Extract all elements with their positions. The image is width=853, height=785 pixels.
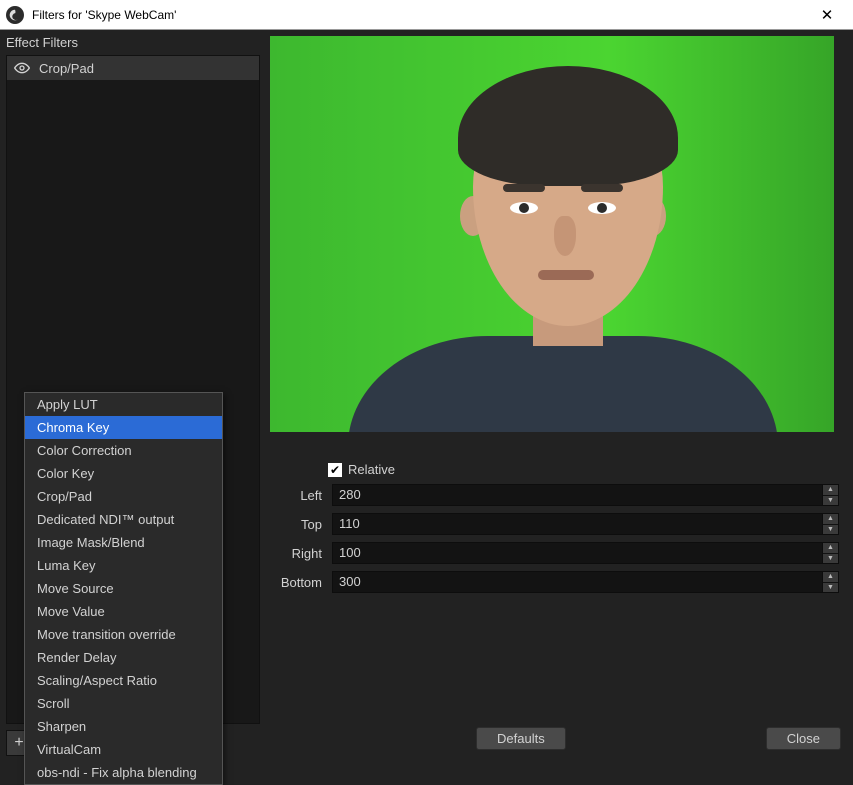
- menu-image-mask-blend[interactable]: Image Mask/Blend: [25, 531, 222, 554]
- obs-icon: [6, 6, 24, 24]
- menu-move-transition-override[interactable]: Move transition override: [25, 623, 222, 646]
- filter-item-label: Crop/Pad: [39, 61, 94, 76]
- right-input[interactable]: 100: [332, 542, 823, 564]
- menu-obs-ndi-fix-alpha[interactable]: obs-ndi - Fix alpha blending: [25, 761, 222, 784]
- visibility-eye-icon[interactable]: [13, 60, 31, 76]
- menu-move-source[interactable]: Move Source: [25, 577, 222, 600]
- effect-filters-label: Effect Filters: [0, 30, 266, 55]
- menu-scroll[interactable]: Scroll: [25, 692, 222, 715]
- preview-area: [270, 36, 834, 432]
- menu-dedicated-ndi-output[interactable]: Dedicated NDI™ output: [25, 508, 222, 531]
- titlebar: Filters for 'Skype WebCam' ✕: [0, 0, 853, 30]
- menu-crop-pad[interactable]: Crop/Pad: [25, 485, 222, 508]
- menu-apply-lut[interactable]: Apply LUT: [25, 393, 222, 416]
- relative-checkbox[interactable]: ✔: [328, 463, 342, 477]
- left-spinner[interactable]: ▲▼: [823, 484, 839, 506]
- add-filter-context-menu: Apply LUT Chroma Key Color Correction Co…: [24, 392, 223, 785]
- left-label: Left: [270, 488, 322, 503]
- close-button[interactable]: Close: [766, 727, 841, 750]
- top-input[interactable]: 110: [332, 513, 823, 535]
- right-spinner[interactable]: ▲▼: [823, 542, 839, 564]
- menu-color-correction[interactable]: Color Correction: [25, 439, 222, 462]
- relative-label: Relative: [348, 462, 395, 477]
- menu-color-key[interactable]: Color Key: [25, 462, 222, 485]
- window-close-button[interactable]: ✕: [805, 0, 849, 30]
- window-title: Filters for 'Skype WebCam': [32, 8, 805, 22]
- dialog-buttons: Defaults Close: [276, 727, 841, 750]
- bottom-input[interactable]: 300: [332, 571, 823, 593]
- defaults-button[interactable]: Defaults: [476, 727, 566, 750]
- crop-pad-properties: ✔ Relative Left 280 ▲▼ Top 110 ▲▼ Right: [270, 462, 843, 593]
- top-label: Top: [270, 517, 322, 532]
- top-spinner[interactable]: ▲▼: [823, 513, 839, 535]
- menu-sharpen[interactable]: Sharpen: [25, 715, 222, 738]
- menu-luma-key[interactable]: Luma Key: [25, 554, 222, 577]
- right-label: Right: [270, 546, 322, 561]
- filter-item-croppad[interactable]: Crop/Pad: [7, 56, 259, 81]
- menu-chroma-key[interactable]: Chroma Key: [25, 416, 222, 439]
- menu-move-value[interactable]: Move Value: [25, 600, 222, 623]
- bottom-label: Bottom: [270, 575, 322, 590]
- menu-render-delay[interactable]: Render Delay: [25, 646, 222, 669]
- bottom-spinner[interactable]: ▲▼: [823, 571, 839, 593]
- menu-scaling-aspect-ratio[interactable]: Scaling/Aspect Ratio: [25, 669, 222, 692]
- left-input[interactable]: 280: [332, 484, 823, 506]
- filter-settings-panel: ✔ Relative Left 280 ▲▼ Top 110 ▲▼ Right: [266, 30, 853, 758]
